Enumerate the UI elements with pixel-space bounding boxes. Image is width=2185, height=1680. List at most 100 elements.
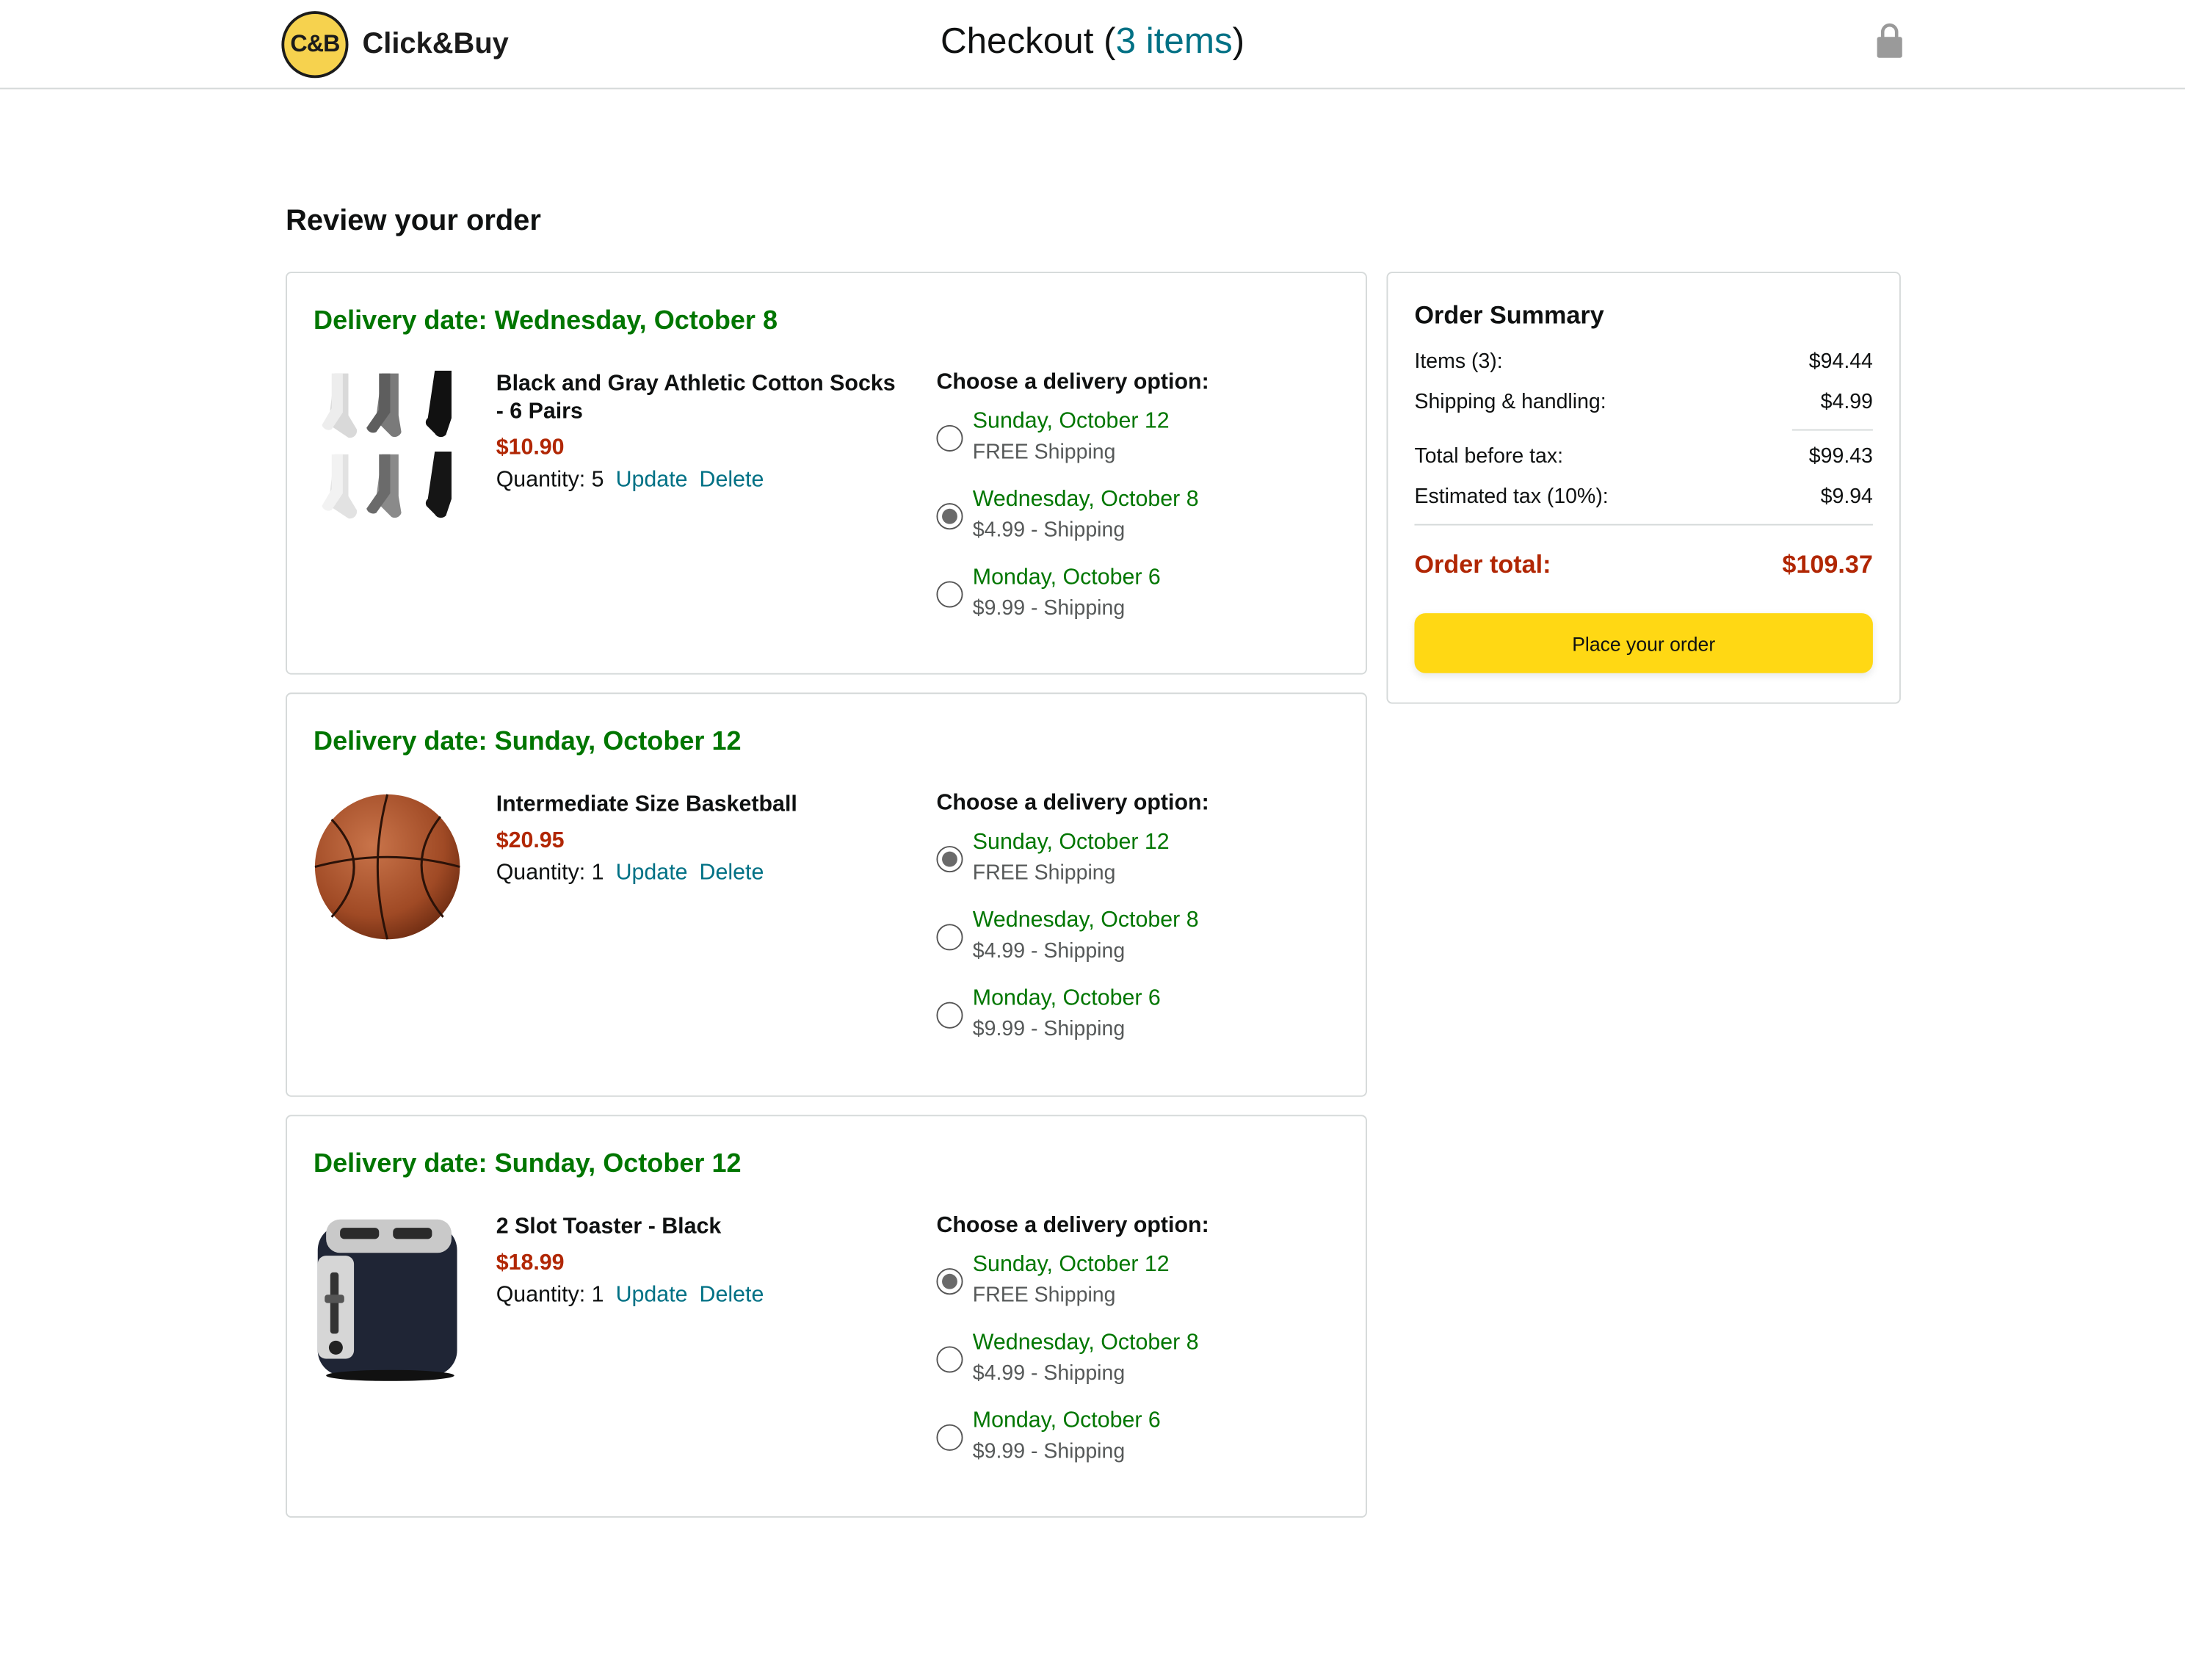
delivery-options: Choose a delivery option: Sunday, Octobe… [936, 1214, 1326, 1484]
lock-icon [1877, 23, 1902, 58]
socks-image [322, 370, 452, 519]
delivery-option-price: FREE Shipping [972, 440, 1116, 465]
product-info: Black and Gray Athletic Cotton Socks - 6… [496, 371, 900, 493]
place-order-button[interactable]: Place your order [1414, 613, 1873, 673]
delivery-option[interactable]: Wednesday, October 8 $4.99 - Shipping [936, 906, 1326, 984]
page-heading: Review your order [286, 205, 541, 237]
delivery-option[interactable]: Sunday, October 12 FREE Shipping [936, 828, 1326, 905]
delivery-option-radio[interactable] [936, 503, 963, 530]
checkout-header: C&B Click&Buy Checkout (3 items) [0, 0, 2185, 90]
product-price: $18.99 [496, 1251, 565, 1275]
delivery-option-date: Sunday, October 12 [972, 830, 1170, 855]
delivery-option-price: $4.99 - Shipping [972, 1361, 1126, 1386]
basketball-image [314, 794, 460, 940]
delivery-option-price: FREE Shipping [972, 861, 1116, 886]
delivery-option-date: Sunday, October 12 [972, 410, 1170, 434]
summary-shipping-row: Shipping & handling: $4.99 [1414, 390, 1872, 413]
update-link[interactable]: Update [616, 468, 688, 492]
product-name: 2 Slot Toaster - Black [496, 1215, 722, 1239]
delete-link[interactable]: Delete [700, 1283, 764, 1307]
delivery-option[interactable]: Wednesday, October 8 $4.99 - Shipping [936, 1328, 1326, 1406]
delivery-option[interactable]: Sunday, October 12 FREE Shipping [936, 407, 1326, 485]
order-item-card: Delivery date: Sunday, October 12 2 Slot… [286, 1115, 1367, 1518]
summary-before-tax-label: Total before tax: [1414, 444, 1564, 468]
order-summary-title: Order Summary [1414, 300, 1604, 329]
update-link[interactable]: Update [616, 1283, 688, 1307]
quantity-label: Quantity: 1 [496, 1283, 604, 1308]
delivery-option-radio[interactable] [936, 1346, 963, 1373]
checkout-title-suffix: ) [1232, 19, 1245, 62]
delivery-option-radio[interactable] [936, 1268, 963, 1295]
delivery-option-price: $4.99 - Shipping [972, 518, 1126, 543]
delivery-date: Delivery date: Sunday, October 12 [314, 1149, 742, 1179]
order-item-card: Delivery date: Wednesday, October 8 Blac… [286, 272, 1367, 675]
summary-shipping-label: Shipping & handling: [1414, 390, 1606, 414]
delivery-options-title: Choose a delivery option: [936, 370, 1209, 395]
delivery-option-date: Wednesday, October 8 [972, 1330, 1199, 1355]
delivery-option-date: Sunday, October 12 [972, 1253, 1170, 1277]
delivery-option[interactable]: Sunday, October 12 FREE Shipping [936, 1250, 1326, 1328]
order-total-value: $109.37 [1782, 550, 1873, 579]
quantity-row: Quantity: 1 Update Delete [496, 1283, 900, 1308]
checkout-title: Checkout (3 items) [0, 20, 2185, 63]
summary-items-row: Items (3): $94.44 [1414, 350, 1872, 373]
summary-tax-label: Estimated tax (10%): [1414, 485, 1609, 509]
order-summary: Order Summary Items (3): $94.44 Shipping… [1386, 272, 1901, 704]
delivery-options-title: Choose a delivery option: [936, 1214, 1209, 1238]
delivery-date: Delivery date: Wednesday, October 8 [314, 306, 778, 336]
product-info: Intermediate Size Basketball $20.95 Quan… [496, 792, 900, 886]
delivery-option-radio[interactable] [936, 924, 963, 951]
toaster-image [317, 1219, 457, 1381]
quantity-label: Quantity: 5 [496, 468, 604, 492]
subtotal-divider [1791, 429, 1873, 431]
update-link[interactable]: Update [616, 861, 688, 885]
quantity-row: Quantity: 1 Update Delete [496, 861, 900, 886]
delivery-option-date: Wednesday, October 8 [972, 488, 1199, 512]
delivery-option-radio[interactable] [936, 846, 963, 873]
delivery-option-date: Monday, October 6 [972, 565, 1161, 590]
delivery-option[interactable]: Wednesday, October 8 $4.99 - Shipping [936, 485, 1326, 563]
summary-tax-row: Estimated tax (10%): $9.94 [1414, 485, 1872, 509]
product-name: Intermediate Size Basketball [496, 792, 797, 817]
delivery-option-price: $4.99 - Shipping [972, 939, 1126, 963]
summary-items-label: Items (3): [1414, 350, 1503, 374]
delivery-option-radio[interactable] [936, 424, 963, 452]
delete-link[interactable]: Delete [700, 861, 764, 885]
product-price: $20.95 [496, 829, 565, 853]
delete-link[interactable]: Delete [700, 468, 764, 492]
order-total-label: Order total: [1414, 550, 1551, 579]
quantity-row: Quantity: 5 Update Delete [496, 468, 900, 493]
delivery-option-radio[interactable] [936, 581, 963, 608]
delivery-option-date: Monday, October 6 [972, 1408, 1161, 1433]
summary-shipping-value: $4.99 [1820, 390, 1873, 414]
product-name: Black and Gray Athletic Cotton Socks - 6… [496, 372, 896, 424]
delivery-option-price: $9.99 - Shipping [972, 1017, 1126, 1041]
delivery-options: Choose a delivery option: Sunday, Octobe… [936, 792, 1326, 1062]
checkout-item-count-link[interactable]: 3 items [1116, 20, 1233, 62]
summary-before-tax-row: Total before tax: $99.43 [1414, 444, 1872, 468]
delivery-option[interactable]: Monday, October 6 $9.99 - Shipping [936, 1406, 1326, 1484]
delivery-option-date: Wednesday, October 8 [972, 908, 1199, 933]
delivery-option-price: $9.99 - Shipping [972, 596, 1126, 620]
checkout-title-prefix: Checkout ( [940, 19, 1116, 62]
delivery-date: Delivery date: Sunday, October 12 [314, 727, 742, 757]
delivery-option-price: $9.99 - Shipping [972, 1439, 1126, 1463]
summary-before-tax-value: $99.43 [1808, 444, 1873, 468]
delivery-options: Choose a delivery option: Sunday, Octobe… [936, 371, 1326, 641]
delivery-option-date: Monday, October 6 [972, 986, 1161, 1011]
delivery-options-title: Choose a delivery option: [936, 792, 1209, 816]
summary-items-value: $94.44 [1808, 350, 1873, 374]
product-info: 2 Slot Toaster - Black $18.99 Quantity: … [496, 1214, 900, 1308]
summary-tax-value: $9.94 [1820, 485, 1873, 509]
delivery-option[interactable]: Monday, October 6 $9.99 - Shipping [936, 563, 1326, 641]
checkout-page: C&B Click&Buy Checkout (3 items) Review … [0, 0, 2185, 1678]
delivery-option-radio[interactable] [936, 1424, 963, 1451]
quantity-label: Quantity: 1 [496, 861, 604, 886]
order-total-row: Order total: $109.37 [1414, 551, 1872, 580]
delivery-option[interactable]: Monday, October 6 $9.99 - Shipping [936, 984, 1326, 1062]
total-divider [1414, 524, 1873, 526]
delivery-option-price: FREE Shipping [972, 1283, 1116, 1308]
product-price: $10.90 [496, 436, 565, 460]
delivery-option-radio[interactable] [936, 1002, 963, 1029]
order-item-card: Delivery date: Sunday, October 12 Interm… [286, 692, 1367, 1097]
